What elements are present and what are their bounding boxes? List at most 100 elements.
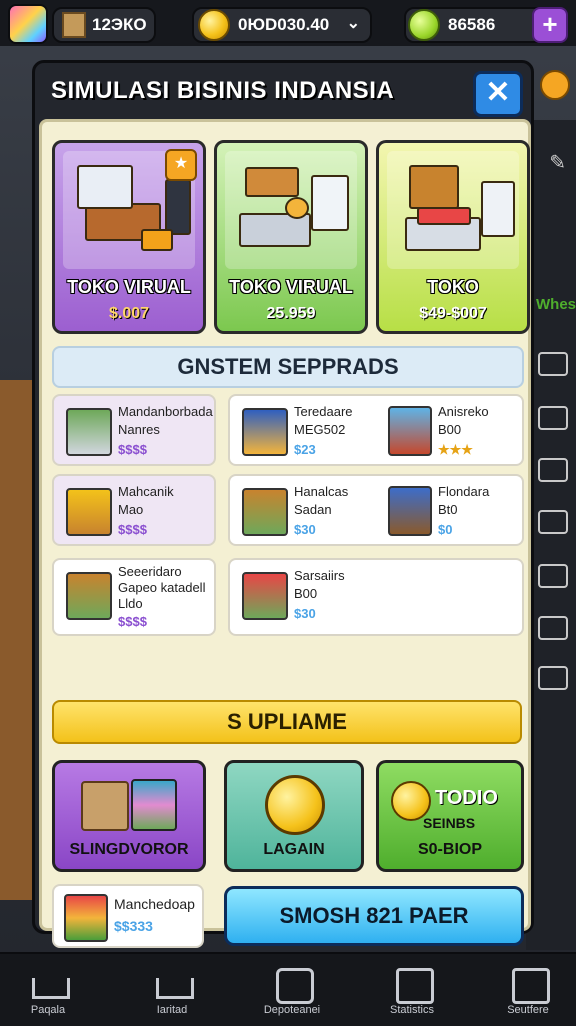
shelf-icon [66, 572, 112, 620]
boxes-icon [81, 781, 129, 831]
pin-icon[interactable]: ✎ [549, 150, 566, 175]
supplier-button[interactable]: SLINGDVOROR [52, 760, 206, 872]
shop-name: TOKO VIRUAL [229, 277, 353, 297]
item-title: Sarsaiirs [294, 568, 345, 583]
shop-label: S0-BIOP [417, 841, 482, 858]
shop-illustration [387, 151, 519, 269]
nav-home[interactable]: Paqala [0, 954, 96, 1026]
buy-button[interactable]: SMOSH 821 PAER [224, 886, 524, 946]
product-card[interactable]: Manchedoap $$333 [52, 884, 204, 948]
product-name: Manchedoap [114, 896, 195, 912]
coins-pill[interactable]: 0ЮD030.40 ⌄ [192, 7, 372, 43]
item-subtitle: Gapeo katadell [118, 580, 206, 595]
shop-price: $49-$007 [419, 305, 487, 322]
stall-icon [242, 572, 288, 620]
item-title: Seeeridaro [118, 564, 182, 579]
upgrade-item[interactable]: Mahcanik Mao $$$$ [52, 474, 216, 546]
shop-illustration [225, 151, 357, 269]
bottom-nav: Paqala Iaritad Depoteanei Statistics Seu… [0, 952, 576, 1026]
camera-icon[interactable] [538, 510, 568, 534]
panel-title: SIMULASI BISINIS INDANSIA [51, 77, 395, 104]
item-cost: $$$$ [118, 614, 147, 629]
item-title: Teredaare [294, 404, 353, 419]
nav-label: Iaritad [156, 1004, 188, 1016]
shop-card-2[interactable]: TOKO VIRUAL 25.959 [214, 140, 368, 334]
clock-icon [276, 968, 314, 1004]
nav-label: Statistics [389, 1004, 434, 1016]
gem-icon [408, 9, 440, 41]
item-subtitle: MEG502 [294, 422, 346, 437]
item-title-2: Anisreko [438, 404, 489, 419]
shop-card-3[interactable]: TOKO $49-$007 [376, 140, 530, 334]
bargain-label: LAGAIN [263, 841, 325, 858]
item-cost: $$$$ [118, 442, 147, 457]
side-label: Whes [536, 296, 576, 313]
upgrade-item[interactable]: Sarsaiirs B00 $30 [228, 558, 524, 636]
side-menu-icon-2[interactable] [538, 406, 568, 430]
section-title: GNSTEM SEPPRADS [52, 346, 524, 388]
upgrade-item[interactable]: Mandanborbada Nanres $$$$ [52, 394, 216, 466]
crate-icon [66, 488, 112, 536]
shop-subtitle: SEINBS [423, 815, 476, 831]
nav-shop[interactable]: Iaritad [124, 954, 220, 1026]
nav-deposit[interactable]: Depoteanei [244, 954, 340, 1026]
chevron-down-icon[interactable]: ⌄ [347, 13, 360, 33]
nav-settings[interactable]: Seutfere [480, 954, 576, 1026]
nav-statistics[interactable]: Statistics [364, 954, 460, 1026]
item-subtitle: Sadan [294, 502, 332, 517]
shop-button[interactable]: TODIO SEINBS S0-BIOP [376, 760, 524, 872]
goods-icon [64, 894, 108, 942]
coins-value: 0ЮD030.40 [238, 15, 330, 34]
item-subtitle-2: B00 [438, 422, 462, 437]
item-subtitle-2: Bt0 [438, 502, 458, 517]
settings-icon [512, 968, 550, 1004]
shop-name: TOKO VIRUAL [67, 277, 191, 297]
rack-icon [388, 486, 432, 536]
close-button[interactable]: ✕ [473, 71, 523, 117]
item-subtitle: Nanres [118, 422, 160, 437]
image-icon[interactable] [538, 564, 568, 588]
stack-icon [131, 779, 177, 831]
upgrade-button[interactable]: S UPLIAME [52, 700, 522, 744]
handshake-icon [265, 775, 325, 835]
item-title: Mahcanik [118, 484, 174, 499]
item-cost-2: $0 [438, 522, 453, 537]
item-cost: $30 [294, 522, 316, 537]
shelf-icon [242, 408, 288, 456]
upgrade-item[interactable]: Hanalcas Sadan $30 Flondara Bt0 $0 [228, 474, 524, 546]
top-bar: 12ЭКО 0ЮD030.40 ⌄ 86586 + [0, 0, 576, 46]
nav-label: Paqala [30, 1004, 66, 1016]
shop-price: $.007 [108, 305, 150, 322]
item-title: Hanalcas [294, 484, 349, 499]
side-menu-icon-7[interactable] [538, 666, 568, 690]
pin-icon[interactable]: ★ [165, 149, 197, 181]
item-subtitle: B00 [294, 586, 318, 601]
side-menu-icon-6[interactable] [538, 616, 568, 640]
house-icon [156, 978, 194, 999]
supplier-label: SLINGDVOROR [69, 841, 189, 858]
upgrade-item[interactable]: Teredaare MEG502 $23 Anisreko B00 ★★★ [228, 394, 524, 466]
item-subtitle-2: Lldo [118, 596, 143, 611]
gems-value: 86586 [448, 15, 496, 34]
item-subtitle: Mao [118, 502, 144, 517]
nav-label: Depoteanei [263, 1004, 321, 1016]
product-cost: $$333 [114, 918, 153, 934]
shop-title: TODIO [435, 787, 498, 809]
side-menu-icon-1[interactable] [538, 352, 568, 376]
shelf-icon [66, 408, 112, 456]
add-currency-button[interactable]: + [532, 7, 568, 43]
resource-pill: 12ЭКО [52, 7, 156, 43]
upgrade-item[interactable]: Seeeridaro Gapeo katadell Lldo $$$$ [52, 558, 216, 636]
alert-icon[interactable] [540, 70, 570, 100]
item-cost: $23 [294, 442, 316, 457]
box-icon [62, 12, 86, 38]
item-cost: $30 [294, 606, 316, 621]
item-title-2: Flondara [438, 484, 490, 499]
side-menu-icon-3[interactable] [538, 458, 568, 482]
shop-price: 25.959 [266, 305, 316, 322]
game-menu-icon[interactable] [8, 4, 48, 44]
building-icon [388, 406, 432, 456]
panel-content: ★ TOKO VIRUAL $.007 TOKO VIRUAL 25.959 T… [39, 119, 531, 948]
shop-card-1[interactable]: ★ TOKO VIRUAL $.007 [52, 140, 206, 334]
bargain-button[interactable]: LAGAIN [224, 760, 364, 872]
